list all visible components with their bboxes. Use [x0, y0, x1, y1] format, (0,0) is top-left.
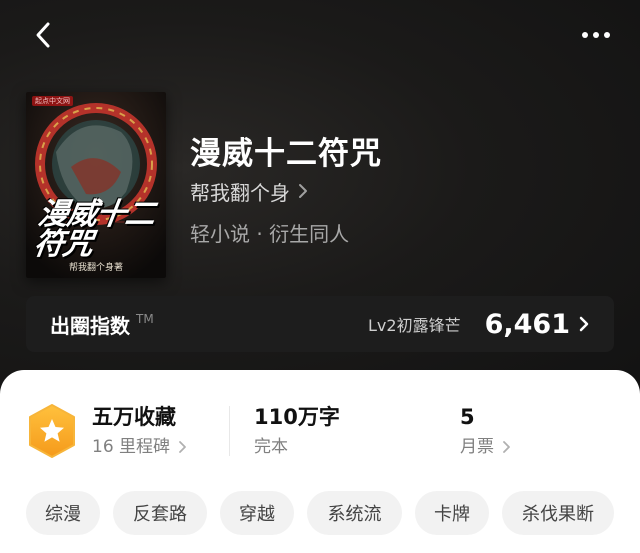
monthly-ticket-count: 5 — [460, 405, 475, 429]
more-button[interactable] — [576, 18, 616, 52]
top-bar — [0, 0, 640, 70]
popularity-index-bar[interactable]: 出圈指数 TM Lv2初露锋芒 6,461 — [26, 296, 614, 352]
book-cover[interactable]: 起点中文网 漫威十二符咒 帮我翻个身著 — [26, 92, 166, 278]
tag-chip[interactable]: 反套路 — [113, 491, 207, 535]
chevron-left-icon — [36, 22, 50, 48]
index-score: 6,461 — [484, 308, 570, 340]
stat-divider — [229, 406, 230, 456]
chevron-right-icon — [503, 441, 510, 453]
book-genre: 轻小说 · 衍生同人 — [190, 222, 350, 246]
tag-chip[interactable]: 卡牌 — [415, 491, 489, 535]
book-info-panel: 五万收藏 16 里程碑 110万字 完本 5 月票 综漫 反套路 穿越 系统流 … — [0, 370, 640, 553]
index-level: Lv2初露锋芒 — [368, 316, 461, 335]
word-count: 110万字 — [254, 405, 340, 429]
cover-author: 帮我翻个身著 — [68, 263, 123, 273]
tag-list: 综漫 反套路 穿越 系统流 卡牌 杀伐果断 — [26, 491, 640, 535]
cover-publisher-tag: 起点中文网 — [32, 96, 73, 106]
monthly-ticket-stat[interactable]: 5 月票 — [460, 403, 511, 459]
tag-chip[interactable]: 系统流 — [307, 491, 402, 535]
book-title: 漫威十二符咒 — [190, 136, 382, 172]
author-name: 帮我翻个身 — [190, 180, 290, 205]
monthly-ticket-label: 月票 — [460, 437, 494, 457]
cover-title: 漫威十二符咒 — [31, 197, 157, 262]
chevron-right-icon — [578, 315, 590, 333]
tag-chip[interactable]: 穿越 — [220, 491, 294, 535]
collection-stat[interactable]: 五万收藏 16 里程碑 — [92, 403, 187, 459]
back-button[interactable] — [26, 18, 60, 52]
word-count-stat: 110万字 完本 — [254, 403, 340, 459]
completion-status: 完本 — [254, 437, 288, 457]
tag-chip[interactable]: 杀伐果断 — [502, 491, 614, 535]
author-link[interactable]: 帮我翻个身 — [190, 178, 308, 205]
collection-count: 五万收藏 — [92, 405, 176, 429]
more-dots-icon — [582, 32, 610, 38]
book-hero: 起点中文网 漫威十二符咒 帮我翻个身著 漫威十二符咒 帮我翻个身 轻小说 · 衍… — [0, 0, 640, 400]
chevron-right-icon — [299, 184, 307, 198]
stats-row: 五万收藏 16 里程碑 110万字 完本 5 月票 — [0, 370, 640, 470]
index-label: 出圈指数 — [50, 313, 130, 338]
chevron-right-icon — [179, 441, 186, 453]
star-badge-icon — [29, 404, 75, 458]
trademark-mark: TM — [136, 312, 154, 326]
tag-chip[interactable]: 综漫 — [26, 491, 100, 535]
milestone-count: 16 里程碑 — [92, 437, 171, 457]
